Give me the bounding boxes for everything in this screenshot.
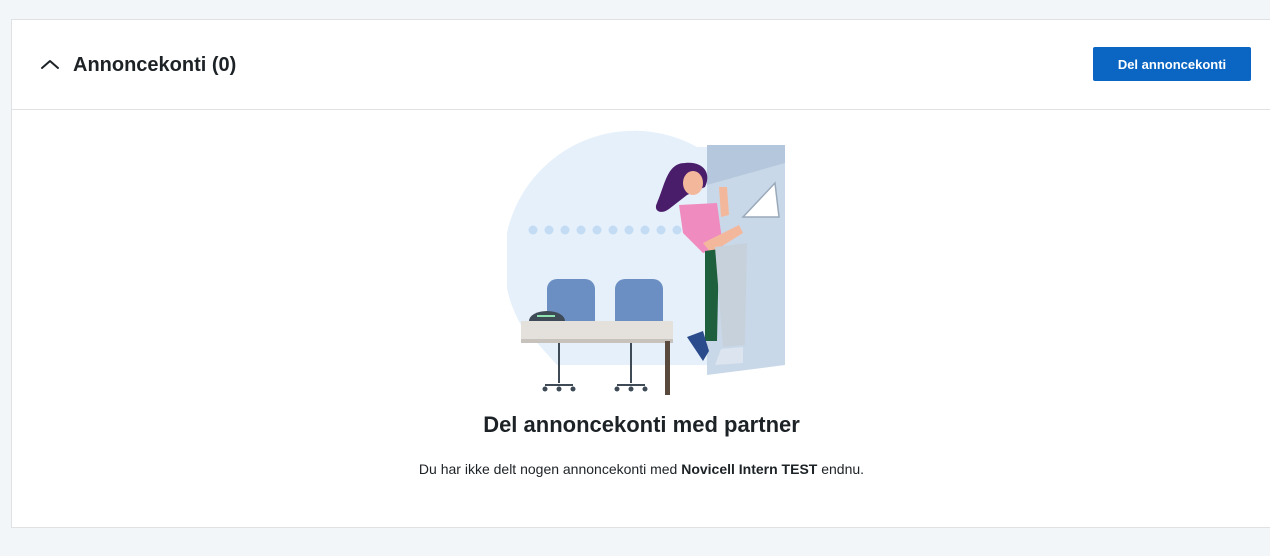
empty-state-description: Du har ikke delt nogen annoncekonti med … <box>12 461 1270 477</box>
ad-accounts-card: Annoncekonti (0) Del annoncekonti Del an… <box>11 19 1270 528</box>
card-header: Annoncekonti (0) Del annoncekonti <box>12 20 1270 110</box>
empty-state-illustration <box>503 125 797 409</box>
empty-state-heading: Del annoncekonti med partner <box>483 412 800 437</box>
chevron-up-icon[interactable] <box>38 52 62 76</box>
share-ad-accounts-button[interactable]: Del annoncekonti <box>1093 47 1251 81</box>
partner-name: Novicell Intern TEST <box>681 461 818 477</box>
description-prefix: Du har ikke delt nogen annoncekonti med <box>418 461 682 477</box>
section-title: Annoncekonti (0) <box>73 54 237 76</box>
description-suffix: endnu. <box>817 461 865 477</box>
